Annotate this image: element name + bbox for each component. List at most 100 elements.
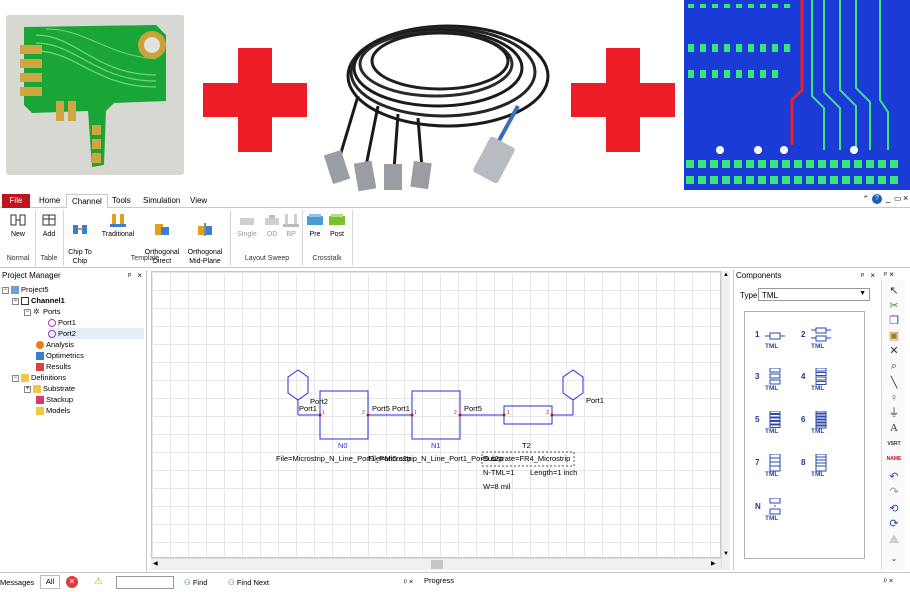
port-right-label[interactable]: Port1 [586,396,604,405]
tree-item-stackup[interactable]: Stackup [36,394,73,405]
ports-icon: ✲ [33,307,40,317]
tree-item-port1[interactable]: Port1 [48,317,76,328]
tree-item-models[interactable]: Models [36,405,70,416]
canvas-vertical-scrollbar[interactable]: ▲ ▼ [721,271,730,570]
crosstalk-pre-button[interactable]: Pre [304,212,326,239]
tml-n-component[interactable]: N TML [755,498,795,526]
scroll-right-icon[interactable]: ▶ [711,560,716,567]
n1-name: N1 [431,441,441,450]
tab-channel[interactable]: Channel [66,194,108,208]
type-select[interactable]: TML ▼ [758,288,870,301]
error-filter-icon[interactable]: ✕ [66,576,78,588]
ribbon-collapse-icon[interactable]: ⌃ [862,194,870,205]
folder-icon [21,374,29,383]
name-tool-icon[interactable]: NAME [886,452,902,466]
cut-icon[interactable]: ✂ [886,299,902,313]
restore-icon[interactable]: ▭ [894,194,902,203]
port-tool-icon[interactable]: ♀ [886,391,902,405]
find-button[interactable]: ⚇ Find [184,578,207,587]
crosstalk-post-button[interactable]: Post [326,212,348,239]
tab-tools[interactable]: Tools [107,194,136,208]
bp-sweep-icon [283,214,299,227]
text-tool-icon[interactable]: A [886,421,902,435]
rotate-left-icon[interactable]: ⟲ [886,502,902,516]
find-next-button[interactable]: ⚇ Find Next [228,578,269,587]
tree-item-analysis[interactable]: Analysis [36,339,74,350]
tree-item-results[interactable]: Results [36,361,71,372]
copy-icon[interactable]: ❐ [886,314,902,328]
tab-simulation[interactable]: Simulation [138,194,185,208]
scroll-thumb[interactable] [431,560,443,569]
port-left-sublabel: Port1 [299,404,317,413]
n0-pin-2: 2 [362,410,365,416]
scroll-up-icon[interactable]: ▲ [723,272,729,278]
find-input[interactable] [116,576,174,589]
tml-symbol-icon [769,498,781,515]
type-label: Type [740,291,758,300]
group-label-layout-sweep: Layout Sweep [244,255,290,262]
t2-substrate-param[interactable]: Substrate=FR4_Microstrip [483,454,570,463]
pcb-edge-connector-photo [6,15,184,175]
bp-button[interactable]: BP [282,212,300,239]
binoculars-icon: ⚇ [228,578,235,587]
tml-4-component[interactable]: 4 TML [801,368,841,396]
tree-item-port2[interactable]: Port2 [48,328,144,339]
tml-1-component[interactable]: 1 TML [755,326,795,354]
tree-item-project[interactable]: − Project5 [2,284,49,295]
tree-item-definitions[interactable]: − Definitions [12,372,66,383]
messages-tab[interactable]: Messages [0,578,34,587]
minimize-icon[interactable]: _ [886,194,890,203]
new-button[interactable]: New [6,212,30,239]
tml-symbol-icon [811,327,831,342]
rotate-right-icon[interactable]: ⟳ [886,517,902,531]
help-icon[interactable]: ? [872,194,882,204]
tab-view[interactable]: View [185,194,212,208]
single-button[interactable]: Single [234,212,260,239]
redo-icon[interactable]: ↷ [886,485,902,499]
delete-icon[interactable]: ✕ [886,344,902,358]
progress-pin-close-icons[interactable]: ᵖ × [884,576,893,585]
toolstrip-pin-close-icons[interactable]: ᵖ × [884,270,894,279]
chevron-down-icon[interactable]: ⌄ [886,552,902,566]
select-arrow-icon[interactable]: ↖ [886,284,902,298]
vsrt-tool-icon[interactable]: VSRT [886,437,902,451]
port-icon [48,319,56,328]
tml-symbol-icon [815,368,827,385]
tab-home[interactable]: Home [34,194,65,208]
tml-7-component[interactable]: 7 TML [755,454,795,482]
tml-3-component[interactable]: 3 TML [755,368,795,396]
file-tab[interactable]: File [2,194,30,208]
wire-icon[interactable]: ╲ [886,376,902,390]
tree-item-substrate[interactable]: + Substrate [24,383,75,394]
binoculars-icon: ⚇ [184,578,191,587]
port-icon [48,330,56,339]
align-icon[interactable]: ⟁ [886,533,902,547]
all-filter-button[interactable]: All [40,575,60,589]
scroll-down-icon[interactable]: ▼ [723,551,729,557]
warning-filter-icon[interactable]: ⚠ [94,576,103,588]
n1-block [411,390,461,440]
undo-icon[interactable]: ↶ [886,470,902,484]
add-button[interactable]: Add [38,212,60,239]
schematic-canvas[interactable]: Port2 Port1 Port5 Port1 Port5 Port1 1 2 … [151,271,721,558]
od-button[interactable]: OD [262,212,282,239]
tree-item-optimetrics[interactable]: Optimetrics [36,350,84,361]
tml-8-component[interactable]: 8 TML [801,454,841,482]
pin-close-icons[interactable]: ᵖ × [861,270,877,281]
tree-item-ports[interactable]: − ✲ Ports [24,306,61,317]
ground-icon[interactable]: ⏚ [886,406,902,420]
crosstalk-pre-icon [307,214,323,225]
project-manager-title: Project Manager ᵖ × [2,270,144,281]
tml-5-component[interactable]: 5 TML [755,411,795,439]
tml-6-component[interactable]: 6 TML [801,411,841,439]
close-icon[interactable]: × [903,193,908,203]
scroll-left-icon[interactable]: ◀ [153,560,158,567]
zoom-icon[interactable]: ⌕ [886,359,902,373]
traditional-button[interactable]: Traditional [98,212,138,239]
canvas-horizontal-scrollbar[interactable]: ◀ ▶ [151,558,721,570]
paste-icon[interactable]: ▣ [886,329,902,343]
messages-pin-close-icons[interactable]: ᵖ × [404,577,413,586]
pin-close-icons[interactable]: ᵖ × [128,270,144,281]
tml-2-component[interactable]: 2 TML [801,326,841,354]
tree-item-channel[interactable]: − Channel1 [12,295,65,306]
